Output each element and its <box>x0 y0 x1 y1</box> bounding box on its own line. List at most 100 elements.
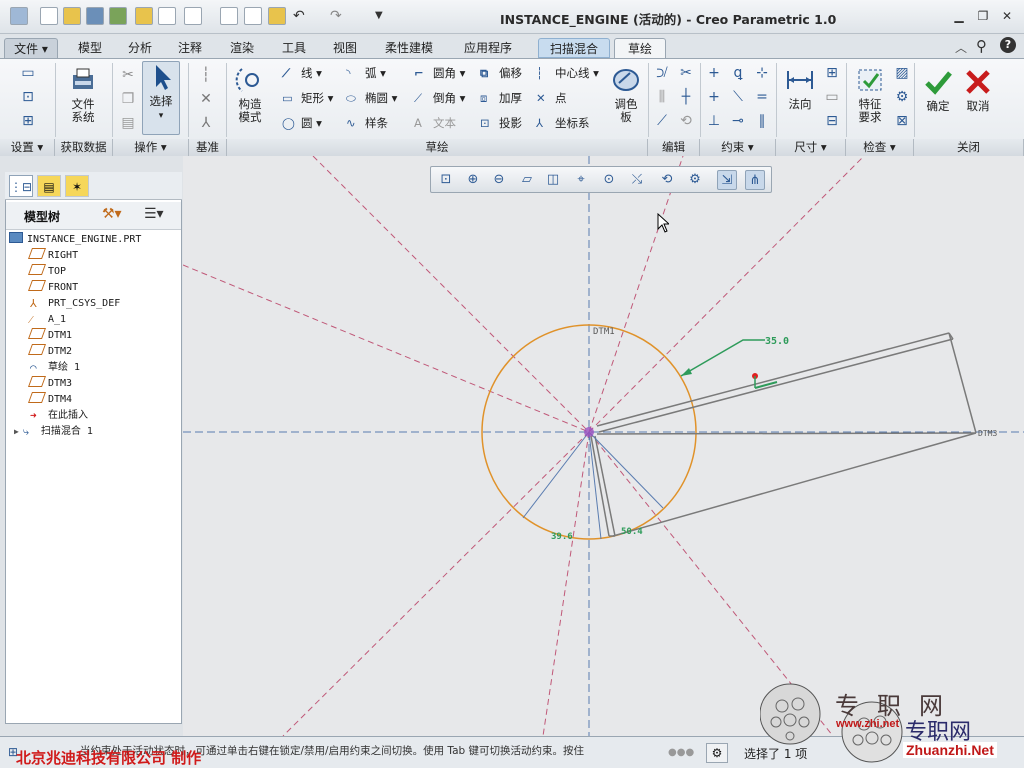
equal-constraint-icon[interactable]: = <box>754 89 770 105</box>
tree-item-csys[interactable]: ⅄ PRT_CSYS_DEF <box>30 296 120 311</box>
show-icon[interactable]: ☰▾ <box>144 206 164 222</box>
perpendicular-constraint-icon[interactable]: ⊥ <box>706 113 722 129</box>
copy-icon[interactable] <box>158 7 176 25</box>
tree-item-dtm4[interactable]: DTM4 <box>27 392 72 407</box>
close-button[interactable]: ✕ <box>998 8 1016 24</box>
restore-button[interactable]: ❐ <box>974 8 992 24</box>
midpoint-constraint-icon[interactable]: ⟍ <box>730 89 746 105</box>
tree-item-part[interactable]: INSTANCE_ENGINE.PRT <box>9 232 141 247</box>
rectangle-tool[interactable]: ▭ 矩形 ▾ <box>282 90 333 107</box>
regen-manager-icon[interactable]: ⚙ <box>706 743 728 763</box>
saved-orientations-icon[interactable]: ⌖ <box>571 170 591 190</box>
reference-dimension-icon[interactable]: ▭ <box>824 89 840 105</box>
tree-item-front[interactable]: FRONT <box>27 280 78 295</box>
thicken-tool[interactable]: ⧈ 加厚 <box>480 90 522 107</box>
window-icon[interactable] <box>184 7 202 25</box>
collapse-ribbon-icon[interactable]: ︿ <box>955 39 967 56</box>
tab-view[interactable]: 视图 <box>327 38 363 58</box>
tree-item-right[interactable]: RIGHT <box>27 248 78 263</box>
expand-icon[interactable]: ▶ <box>14 427 19 436</box>
favorites-tab-icon[interactable]: ✶ <box>65 175 89 197</box>
coord-sys-tool[interactable]: ⅄ 坐标系 <box>536 115 590 132</box>
symmetric-constraint-icon[interactable]: ⊹ <box>754 65 770 81</box>
tab-model[interactable]: 模型 <box>72 38 108 58</box>
overlap-geometry-icon[interactable]: ▨ <box>894 65 910 81</box>
rotate-resize-icon[interactable]: ⟲ <box>678 113 694 129</box>
tree-item-insert-here[interactable]: ➜ 在此插入 <box>30 408 88 423</box>
tree-item-dtm2[interactable]: DTM2 <box>27 344 72 359</box>
divide-icon[interactable]: ✂ <box>678 65 694 81</box>
folder-icon[interactable] <box>268 7 286 25</box>
tab-sketch[interactable]: 草绘 <box>614 38 666 58</box>
paste-icon[interactable]: ▤ <box>120 115 136 131</box>
group-dimension[interactable]: 尺寸 ▾ <box>776 139 846 156</box>
reference-icon[interactable]: ⊡ <box>20 89 36 105</box>
group-inspect[interactable]: 检查 ▾ <box>846 139 914 156</box>
csys-datum-icon[interactable]: ⅄ <box>198 115 214 131</box>
construct-mode-button[interactable]: 构造 模式 <box>230 65 270 124</box>
view-manager-icon[interactable]: ⊙ <box>599 170 619 190</box>
feature-requirements-button[interactable]: 特征 要求 <box>850 65 890 124</box>
search-icon[interactable]: ⚲ <box>976 37 987 55</box>
new-file-icon[interactable] <box>40 7 58 25</box>
sketcher-display-icon[interactable]: ⋔ <box>745 170 765 190</box>
group-setup[interactable]: 设置 ▾ <box>0 139 55 156</box>
centerline-datum-icon[interactable]: ┆ <box>198 67 214 83</box>
tab-render[interactable]: 渲染 <box>224 38 260 58</box>
corner-icon[interactable]: ┼ <box>678 89 694 105</box>
open-file-icon[interactable] <box>63 7 81 25</box>
circle-tool[interactable]: ◯ 圆 ▾ <box>282 115 322 132</box>
group-constrain[interactable]: 约束 ▾ <box>700 139 776 156</box>
ok-button[interactable]: 确定 <box>918 67 958 113</box>
tree-item-sketch1[interactable]: ⌒ 草绘 1 <box>30 360 80 375</box>
sketch-view-icon-2[interactable]: ⇲ <box>717 170 737 190</box>
dimension-35[interactable]: 35.0 <box>765 336 789 347</box>
annotation-display-icon[interactable]: ⚙ <box>685 170 705 190</box>
fillet-tool[interactable]: ⌐ 圆角 ▾ <box>414 65 465 82</box>
copy-icon-2[interactable]: ❐ <box>120 91 136 107</box>
project-tool[interactable]: ⊡ 投影 <box>480 115 522 132</box>
centerline-tool[interactable]: ┆ 中心线 ▾ <box>536 65 599 82</box>
normal-dimension-button[interactable]: 法向 <box>780 65 820 111</box>
tree-item-top[interactable]: TOP <box>27 264 66 279</box>
select-button[interactable]: 选择 ▾ <box>142 61 180 135</box>
tab-file[interactable]: 文件 ▾ <box>4 38 58 58</box>
model-tree-tab-icon[interactable]: ⋮⊟ <box>9 175 33 197</box>
perimeter-dimension-icon[interactable]: ⊞ <box>824 65 840 81</box>
dimension-50-4[interactable]: 50.4 <box>621 527 643 537</box>
tab-flexible-modeling[interactable]: 柔性建模 <box>378 38 440 58</box>
modify-icon[interactable]: ⟉ <box>654 65 670 81</box>
highlight-open-ends-icon[interactable]: ⚙ <box>894 89 910 105</box>
undo-icon[interactable]: ↶ <box>293 8 305 24</box>
sketch-view-icon[interactable]: ⊞ <box>20 113 36 129</box>
parallel-constraint-icon[interactable]: ∥ <box>754 113 770 129</box>
dimension-39-6[interactable]: 39.6 <box>551 532 573 542</box>
tree-item-dtm1[interactable]: DTM1 <box>27 328 72 343</box>
tab-analysis[interactable]: 分析 <box>122 38 158 58</box>
coincident-constraint-icon[interactable]: ⊸ <box>730 113 746 129</box>
save-icon[interactable] <box>86 7 104 25</box>
vertical-constraint-icon[interactable]: + <box>706 65 722 81</box>
file-system-button[interactable]: 文件 系统 <box>62 65 104 124</box>
folder-browser-tab-icon[interactable]: ▤ <box>37 175 61 197</box>
checklist-icon[interactable] <box>244 7 262 25</box>
spline-tool[interactable]: ∿ 样条 <box>346 115 388 132</box>
line-tool[interactable]: ⟋ 线 ▾ <box>282 65 322 82</box>
arc-tool[interactable]: ◝ 弧 ▾ <box>346 65 386 82</box>
settings-icon[interactable]: ⚒▾ <box>102 206 122 222</box>
baseline-dimension-icon[interactable]: ⊟ <box>824 113 840 129</box>
zoom-out-icon[interactable]: ⊖ <box>489 170 509 190</box>
sketch-setup-icon[interactable]: ▭ <box>20 65 36 81</box>
regenerate-icon[interactable] <box>109 7 127 25</box>
tangent-constraint-icon[interactable]: ꝗ <box>730 65 746 81</box>
customize-toolbar-icon[interactable]: ▼ <box>375 10 383 21</box>
tree-item-sweep-blend[interactable]: ▶ ⤷ 扫描混合 1 <box>14 424 93 439</box>
text-tool[interactable]: A 文本 <box>414 115 456 132</box>
help-icon[interactable]: ? <box>1000 37 1016 53</box>
cut-icon[interactable]: ✂ <box>120 67 136 83</box>
tree-item-dtm3[interactable]: DTM3 <box>27 376 72 391</box>
offset-tool[interactable]: ⧉ 偏移 <box>480 65 522 82</box>
horizontal-constraint-icon[interactable]: + <box>706 89 722 105</box>
cancel-button[interactable]: 取消 <box>958 67 998 113</box>
point-datum-icon[interactable]: ✕ <box>198 91 214 107</box>
